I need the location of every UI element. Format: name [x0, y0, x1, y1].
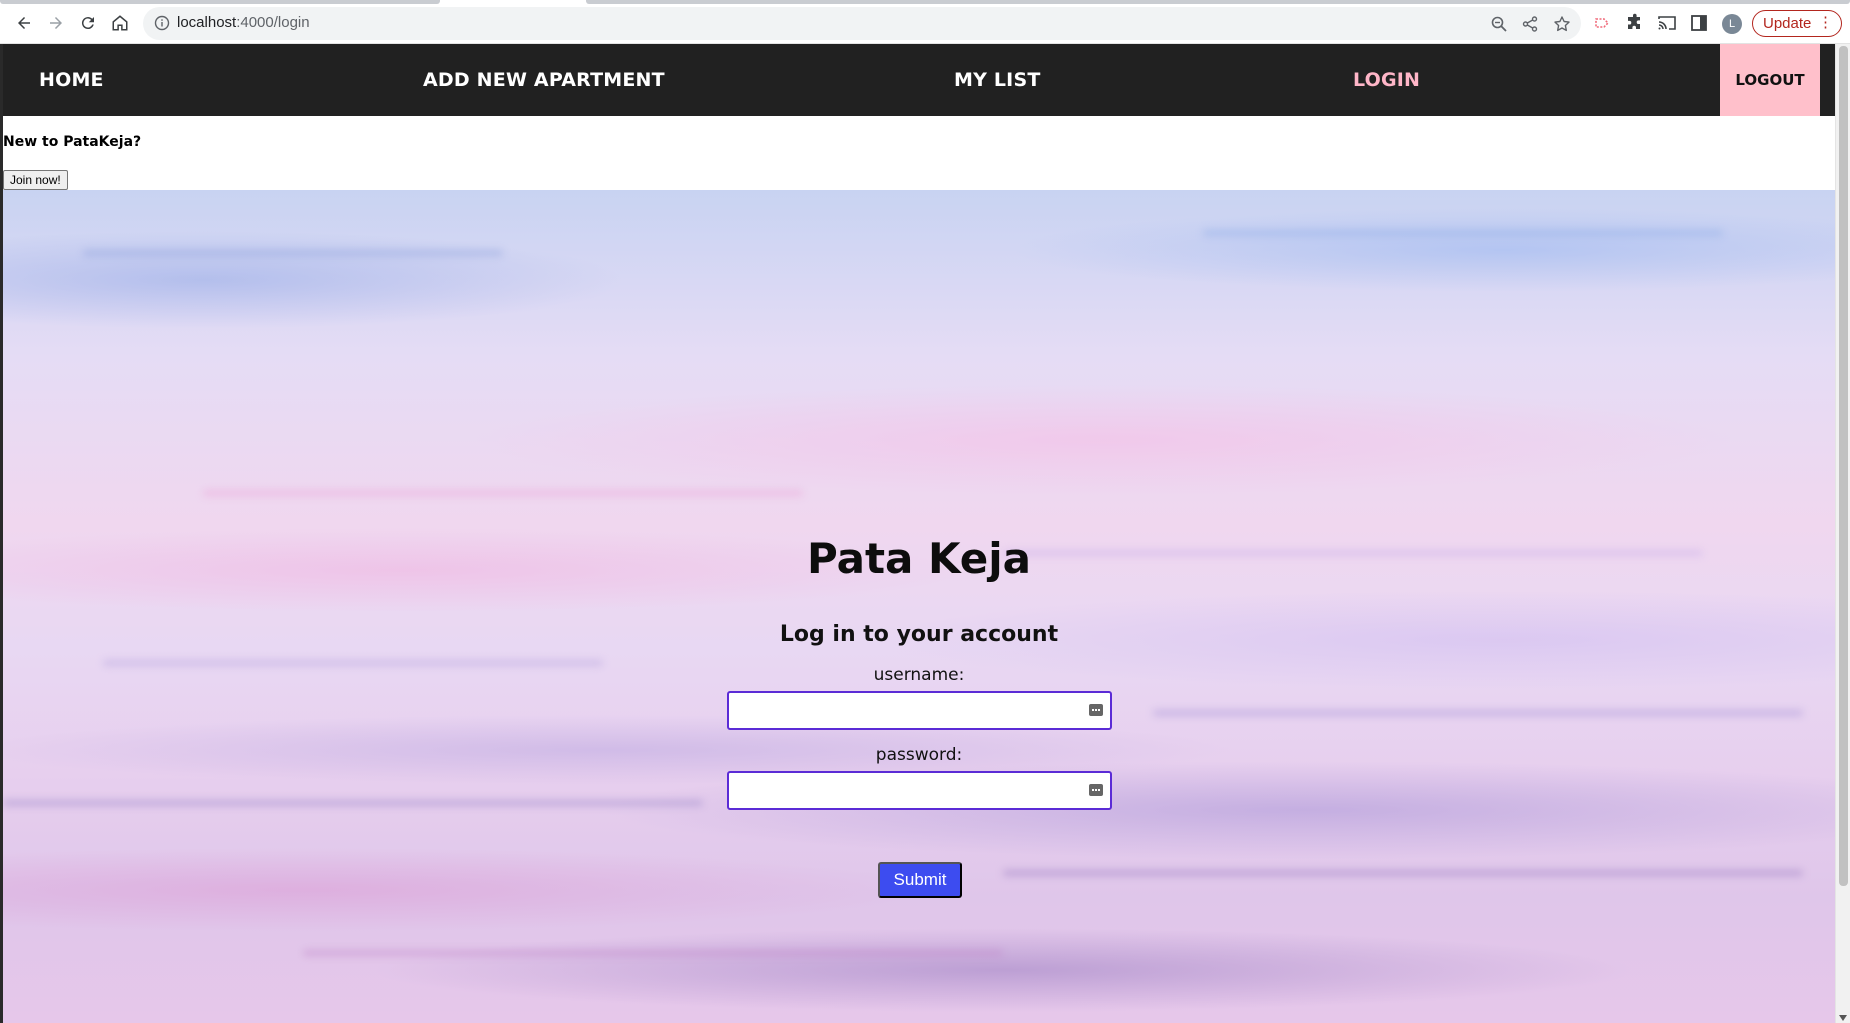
login-hero-background: Pata Keja Log in to your account usernam… [3, 190, 1835, 1023]
page-scrollbar[interactable] [1835, 44, 1850, 1023]
password-manager-key-icon[interactable] [1089, 704, 1103, 716]
password-manager-key-icon[interactable] [1089, 784, 1103, 796]
signup-prompt: New to PataKeja? [3, 134, 142, 150]
tab-strip [0, 0, 1850, 5]
url-text[interactable]: localhost:4000/login [177, 14, 310, 31]
share-icon[interactable] [1521, 15, 1539, 33]
username-label: username: [873, 665, 965, 685]
update-button[interactable]: Update ⋮ [1752, 10, 1842, 37]
scrollbar-thumb[interactable] [1839, 46, 1848, 886]
site-title: Pata Keja [806, 534, 1032, 583]
extension-puzzle-red-icon[interactable] [1593, 13, 1613, 33]
update-label: Update [1763, 15, 1812, 32]
back-icon[interactable] [12, 11, 36, 35]
nav-add-new-apartment[interactable]: ADD NEW APARTMENT [423, 44, 665, 116]
forward-icon[interactable] [44, 11, 68, 35]
logout-button[interactable]: LOGOUT [1720, 44, 1820, 116]
page-viewport: HOME ADD NEW APARTMENT MY LIST LOGIN LOG… [0, 44, 1850, 1023]
password-field[interactable] [727, 771, 1112, 810]
nav-my-list[interactable]: MY LIST [954, 44, 1041, 116]
browser-toolbar: localhost:4000/login L Update ⋮ [0, 0, 1850, 44]
join-now-button[interactable]: Join now! [3, 170, 68, 190]
reload-icon[interactable] [76, 11, 100, 35]
extensions-icon[interactable] [1625, 13, 1645, 33]
bookmark-star-icon[interactable] [1553, 15, 1571, 33]
scroll-down-arrow-icon[interactable] [1839, 1015, 1847, 1021]
url-host: localhost [177, 14, 237, 31]
username-field[interactable] [727, 691, 1112, 730]
home-icon[interactable] [108, 11, 132, 35]
tab-active[interactable] [586, 0, 1850, 4]
submit-button[interactable]: Submit [878, 862, 962, 898]
signup-section: New to PataKeja? Join now! [3, 116, 1835, 190]
address-bar[interactable]: localhost:4000/login [143, 7, 1581, 40]
site-info-icon[interactable] [154, 15, 170, 31]
url-path: :4000/login [236, 14, 310, 31]
login-form: Pata Keja Log in to your account usernam… [3, 190, 1835, 1023]
side-panel-icon[interactable] [1689, 13, 1709, 33]
nav-login[interactable]: LOGIN [1353, 44, 1420, 116]
nav-home[interactable]: HOME [39, 44, 104, 116]
password-label: password: [875, 745, 963, 765]
profile-avatar[interactable]: L [1722, 14, 1742, 34]
cast-icon[interactable] [1657, 13, 1677, 33]
tab-inactive[interactable] [0, 0, 440, 4]
site-navbar: HOME ADD NEW APARTMENT MY LIST LOGIN LOG… [3, 44, 1835, 116]
zoom-icon[interactable] [1490, 15, 1508, 33]
form-title: Log in to your account [779, 622, 1059, 647]
menu-dots-icon[interactable]: ⋮ [1818, 15, 1833, 31]
